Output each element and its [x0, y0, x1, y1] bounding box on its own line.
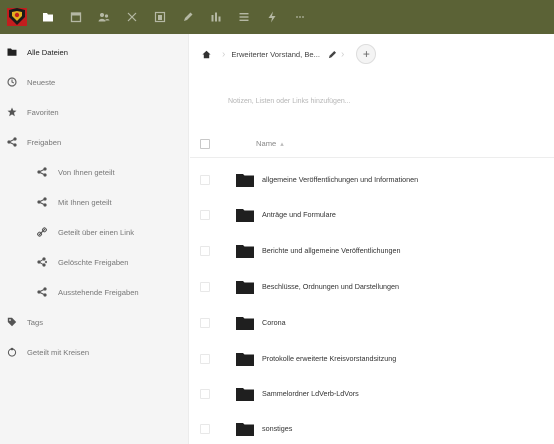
breadcrumb-current-folder[interactable]: Erweiterter Vorstand, Be...	[231, 50, 320, 59]
list-icon[interactable]	[230, 0, 258, 34]
row-checkbox[interactable]	[200, 174, 210, 185]
share-deleted-icon	[36, 256, 48, 268]
file-list-area: › Erweiterter Vorstand, Be... › + Notize…	[190, 34, 554, 444]
file-name[interactable]: sonstiges	[262, 424, 292, 433]
share-icon	[6, 136, 18, 148]
file-name[interactable]: Corona	[262, 318, 286, 327]
folder-icon	[236, 244, 254, 258]
files-app-icon[interactable]	[34, 0, 62, 34]
sidebar-item-shares[interactable]: Freigaben	[0, 127, 188, 157]
folder-icon	[6, 46, 18, 58]
add-button[interactable]: +	[356, 44, 377, 64]
sidebar-item-label: Ausstehende Freigaben	[58, 287, 139, 297]
row-checkbox[interactable]	[200, 317, 210, 328]
activity-icon[interactable]	[258, 0, 286, 34]
pencil-icon[interactable]	[328, 50, 337, 59]
table-row[interactable]: Sammelordner LdVerb-LdVors	[190, 376, 554, 411]
table-row[interactable]: allgemeine Veröffentlichungen und Inform…	[190, 162, 554, 197]
sidebar-item-shared-via-link[interactable]: Geteilt über einen Link	[0, 217, 188, 247]
sidebar-item-all-files[interactable]: Alle Dateien	[0, 37, 188, 67]
breadcrumb-separator: ›	[222, 48, 226, 60]
crossed-tools-icon[interactable]	[118, 0, 146, 34]
table-row[interactable]: Berichte und allgemeine Veröffentlichung…	[190, 233, 554, 268]
contacts-icon[interactable]	[90, 0, 118, 34]
breadcrumb: › Erweiterter Vorstand, Be... › +	[190, 42, 554, 66]
bar-chart-icon[interactable]	[202, 0, 230, 34]
name-column-header[interactable]: Name	[256, 139, 276, 148]
file-name[interactable]: Sammelordner LdVerb-LdVors	[262, 389, 359, 398]
folder-icon	[236, 422, 254, 436]
sort-indicator[interactable]: ▴	[280, 140, 284, 148]
sidebar-item-shared-with-you[interactable]: Mit Ihnen geteilt	[0, 187, 188, 217]
share-icon	[36, 196, 48, 208]
top-bar	[0, 0, 554, 34]
home-icon[interactable]	[194, 50, 218, 59]
file-name[interactable]: Berichte und allgemeine Veröffentlichung…	[262, 246, 401, 255]
sidebar-item-label: Favoriten	[27, 107, 59, 117]
pencil-icon[interactable]	[174, 0, 202, 34]
sidebar-item-label: Tags	[27, 317, 44, 327]
sidebar-item-favorites[interactable]: Favoriten	[0, 97, 188, 127]
file-list-header: Name ▴	[190, 130, 554, 158]
sidebar-item-recent[interactable]: Neueste	[0, 67, 188, 97]
folder-icon	[236, 387, 254, 401]
sidebar-item-label: Freigaben	[27, 137, 62, 147]
sidebar-item-shared-with-circles[interactable]: Geteilt mit Kreisen	[0, 337, 188, 367]
folder-icon	[236, 208, 254, 222]
file-name[interactable]: Protokolle erweiterte Kreisvorstandsitzu…	[262, 354, 396, 363]
sidebar-item-label: Mit Ihnen geteilt	[58, 197, 112, 207]
sidebar-item-label: Geteilt mit Kreisen	[27, 347, 90, 357]
row-checkbox[interactable]	[200, 209, 210, 220]
calendar-icon[interactable]	[62, 0, 90, 34]
file-name[interactable]: Anträge und Formulare	[262, 210, 336, 219]
row-checkbox[interactable]	[200, 245, 210, 256]
star-icon	[6, 106, 18, 118]
share-icon	[36, 166, 48, 178]
select-all-checkbox[interactable]	[200, 138, 210, 149]
notes-placeholder[interactable]: Notizen, Listen oder Links hinzufügen...	[228, 98, 351, 105]
row-checkbox[interactable]	[200, 388, 210, 399]
sidebar: Alle Dateien Neueste Favoriten Freigaben…	[0, 34, 189, 444]
link-icon	[36, 226, 48, 238]
file-name[interactable]: Beschlüsse, Ordnungen und Darstellungen	[262, 282, 399, 291]
sidebar-item-label: Alle Dateien	[27, 47, 68, 57]
sidebar-item-deleted-shares[interactable]: Gelöschte Freigaben	[0, 247, 188, 277]
table-row[interactable]: Beschlüsse, Ordnungen und Darstellungen	[190, 269, 554, 304]
table-row[interactable]: Corona	[190, 305, 554, 340]
app-logo[interactable]	[0, 0, 34, 34]
breadcrumb-separator: ›	[340, 48, 345, 60]
file-name[interactable]: allgemeine Veröffentlichungen und Inform…	[262, 175, 418, 184]
table-row[interactable]: sonstiges	[190, 411, 554, 444]
folder-icon	[236, 173, 254, 187]
clock-icon	[6, 76, 18, 88]
folder-icon	[236, 280, 254, 294]
logo-icon	[7, 8, 27, 26]
presentation-icon[interactable]	[146, 0, 174, 34]
tag-icon	[6, 316, 18, 328]
table-row[interactable]: Protokolle erweiterte Kreisvorstandsitzu…	[190, 341, 554, 376]
row-checkbox[interactable]	[200, 353, 210, 364]
sidebar-item-label: Gelöschte Freigaben	[58, 257, 129, 267]
sidebar-item-label: Geteilt über einen Link	[58, 227, 134, 237]
sidebar-item-label: Neueste	[27, 77, 56, 87]
row-checkbox[interactable]	[200, 423, 210, 434]
row-checkbox[interactable]	[200, 281, 210, 292]
circles-icon	[6, 346, 18, 358]
sidebar-item-pending-shares[interactable]: Ausstehende Freigaben	[0, 277, 188, 307]
folder-icon	[236, 352, 254, 366]
sidebar-item-label: Von Ihnen geteilt	[58, 167, 115, 177]
sidebar-item-tags[interactable]: Tags	[0, 307, 188, 337]
table-row[interactable]: Anträge und Formulare	[190, 197, 554, 232]
share-icon	[36, 286, 48, 298]
more-icon[interactable]	[286, 0, 314, 34]
folder-icon	[236, 316, 254, 330]
sidebar-item-shared-by-you[interactable]: Von Ihnen geteilt	[0, 157, 188, 187]
